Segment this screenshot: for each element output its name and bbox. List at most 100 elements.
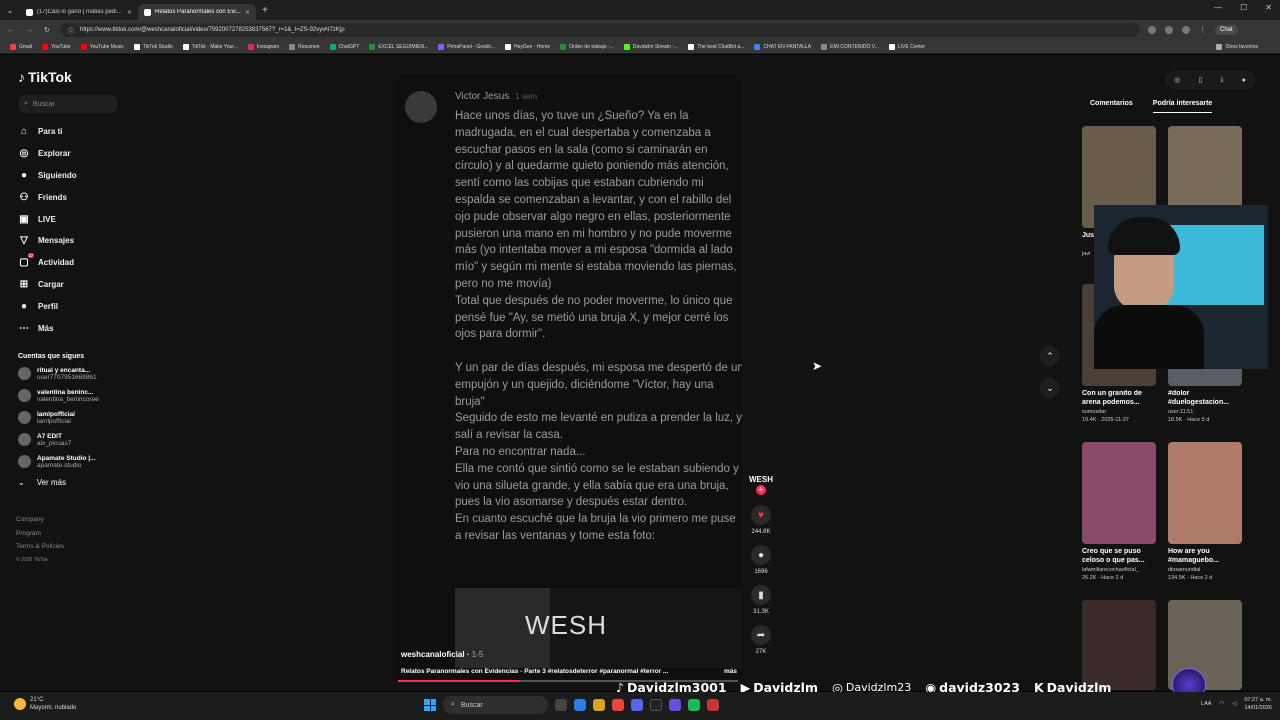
app-icon[interactable] (707, 699, 719, 711)
creator-avatar-button[interactable]: WESH + (748, 475, 774, 495)
other-bookmarks[interactable]: Otros favoritos (1216, 43, 1258, 50)
browser-tab-active[interactable]: Relatos Paranormales con Evi... ✕ (138, 4, 256, 20)
bookmark-item[interactable]: ChatGPT (329, 43, 359, 50)
chat-button[interactable]: Chat (1215, 25, 1238, 35)
video-card-stats: 18.5K · Hace 5 d (1168, 417, 1210, 423)
video-card[interactable]: How are you #mamaguebo... diosamundial 134… (1168, 442, 1244, 581)
clock[interactable]: 07:27 a. m. 14/01/2026 (1244, 696, 1272, 712)
follow-plus-icon[interactable]: + (756, 485, 766, 495)
bookmark-item[interactable]: Orden de trabajo -... (560, 43, 614, 50)
footer-link-program[interactable]: Program (16, 527, 64, 541)
bookmark-item[interactable]: HeyGen - Home (505, 43, 550, 50)
extension-icon[interactable] (1165, 26, 1173, 34)
discord-app-icon[interactable] (631, 699, 643, 711)
bookmark-item[interactable]: Resumen (289, 43, 320, 50)
close-tab-icon[interactable]: ✕ (127, 9, 132, 16)
address-bar[interactable]: ⓘ https://www.tiktok.com/@weshcanalofici… (60, 23, 1140, 37)
footer-link-company[interactable]: Company (16, 513, 64, 527)
compass-icon[interactable]: ◎ (1174, 76, 1180, 84)
site-info-icon[interactable]: ⓘ (68, 26, 74, 35)
video-thumbnail[interactable] (1082, 600, 1156, 690)
windows-start-icon[interactable] (424, 699, 436, 711)
minimize-icon[interactable]: — (1214, 3, 1222, 12)
bookmark-item[interactable]: YouTube (42, 43, 71, 50)
previous-video-button[interactable]: ⌃ (1040, 346, 1060, 366)
tiktok-logo[interactable]: ♪ TikTok (18, 69, 150, 85)
edge-icon[interactable] (574, 699, 586, 711)
following-account[interactable]: lamlpofficial lamlpofficial (18, 410, 150, 426)
forward-icon[interactable]: → (24, 27, 34, 34)
bookmark-item[interactable]: YouTube Music (80, 43, 124, 50)
video-card[interactable] (1082, 600, 1158, 690)
bookmark-item[interactable]: PetraPanel - Gestió... (438, 43, 495, 50)
bookmark-item[interactable]: LIVE Center (888, 43, 925, 50)
back-icon[interactable]: ← (6, 27, 16, 34)
weather-widget[interactable]: 21°C Mayorm. nublado (14, 696, 76, 712)
file-explorer-icon[interactable] (593, 699, 605, 711)
video-thumbnail[interactable] (1082, 442, 1156, 544)
maximize-icon[interactable]: ☐ (1240, 3, 1247, 12)
sidebar-item-explorar[interactable]: ◎ Explorar (18, 143, 150, 165)
comment-button[interactable]: ● 1696 (748, 545, 774, 575)
bookmark-item[interactable]: EMI CONTENIDO V... (821, 43, 879, 50)
footer-link-terms[interactable]: Terms & Policies (16, 540, 64, 554)
bookmark-item[interactable]: Davidzlm Stream -... (623, 43, 678, 50)
bookmark-item[interactable]: TikTok Studio (133, 43, 173, 50)
more-button[interactable]: más (724, 668, 737, 675)
sidebar-item-para-ti[interactable]: ⌂ Para ti (18, 121, 150, 143)
wifi-icon[interactable]: ◠ (1219, 701, 1224, 707)
save-button[interactable]: ▮ 31.3K (748, 585, 774, 615)
reload-icon[interactable]: ↻ (42, 26, 52, 34)
browser-tab[interactable]: (17)Casi lo gano | matias peditos | ✕ (20, 4, 138, 20)
bookmark-item[interactable]: Gmail (10, 43, 32, 50)
sidebar-item-live[interactable]: ▣ LIVE (18, 208, 150, 230)
video-thumbnail[interactable] (1168, 442, 1242, 544)
following-account[interactable]: ritual y encanta... user7707951669861 (18, 366, 150, 382)
tab-comments[interactable]: Comentarios (1090, 100, 1133, 113)
tiktok-app-icon[interactable] (650, 699, 662, 711)
video-card[interactable]: Creo que se puso celoso o que pas... lafa… (1082, 442, 1158, 581)
date: 14/01/2026 (1244, 705, 1272, 711)
new-tab-icon[interactable]: + (262, 5, 268, 16)
close-window-icon[interactable]: ✕ (1265, 3, 1272, 12)
following-account[interactable]: valentina beninc... valentina_benincoree (18, 388, 150, 404)
avatar[interactable]: ● (1242, 77, 1246, 84)
bookmark-item[interactable]: EXCEL SEGUIMIEN... (369, 43, 428, 50)
tab-search-icon[interactable]: ⌄ (0, 6, 20, 15)
sidebar-item-cargar[interactable]: ⊞ Cargar (18, 274, 150, 296)
extension-icon[interactable] (1148, 26, 1156, 34)
following-account[interactable]: A7 EDIT alx_picuas7 (18, 432, 150, 448)
creator-name[interactable]: weshcanaloficial · 1-5 (401, 650, 737, 659)
menu-dots-icon[interactable]: ⋮ (1199, 26, 1206, 34)
sidebar-item-perfil[interactable]: ● Perfil (18, 295, 150, 317)
task-view-icon[interactable] (555, 699, 567, 711)
following-account[interactable]: Apamate Studio |... apamate.studio (18, 454, 150, 470)
video-player[interactable]: Victor Jesus 1 sem Hace unos días, yo tuv… (395, 75, 742, 680)
download-icon[interactable]: ⤓ (1220, 76, 1223, 84)
spotify-icon[interactable] (688, 699, 700, 711)
profile-avatar-icon[interactable] (1182, 26, 1190, 34)
see-more-button[interactable]: ⌄ Ver más (18, 478, 150, 487)
search-input[interactable]: ⌕ Buscar (18, 95, 118, 113)
tab-recommended[interactable]: Podría interesarte (1152, 100, 1213, 113)
like-button[interactable]: ♥ 244.8K (748, 505, 774, 535)
volume-icon[interactable]: ◁ (1232, 701, 1236, 707)
bookmark-item[interactable]: Instagram (247, 43, 279, 50)
taskbar-search[interactable]: ⌕ Buscar (443, 696, 548, 714)
close-tab-icon[interactable]: ✕ (245, 9, 250, 16)
sidebar-item-siguiendo[interactable]: ● Siguiendo (18, 165, 150, 187)
obs-icon[interactable] (669, 699, 681, 711)
sidebar-item-actividad[interactable]: ▢ 17 Actividad (18, 252, 150, 274)
bookmark-item[interactable]: TikTok - Make Your... (182, 43, 238, 50)
sidebar-item-más[interactable]: ⋯ Más (18, 317, 150, 339)
device-icon[interactable]: ▯ (1198, 76, 1202, 84)
sidebar-item-friends[interactable]: ⚇ Friends (18, 186, 150, 208)
share-button[interactable]: ➦ 27K (748, 625, 774, 655)
bookmark-favicon-icon (438, 43, 445, 50)
chrome-icon[interactable] (612, 699, 624, 711)
bookmark-item[interactable]: CHAT EN PANTALLA (754, 43, 811, 50)
next-video-button[interactable]: ⌄ (1040, 378, 1060, 398)
language-indicator[interactable]: LAA (1201, 701, 1211, 707)
bookmark-item[interactable]: The best ChatBot a... (688, 43, 744, 50)
sidebar-item-mensajes[interactable]: ▽ Mensajes (18, 230, 150, 252)
